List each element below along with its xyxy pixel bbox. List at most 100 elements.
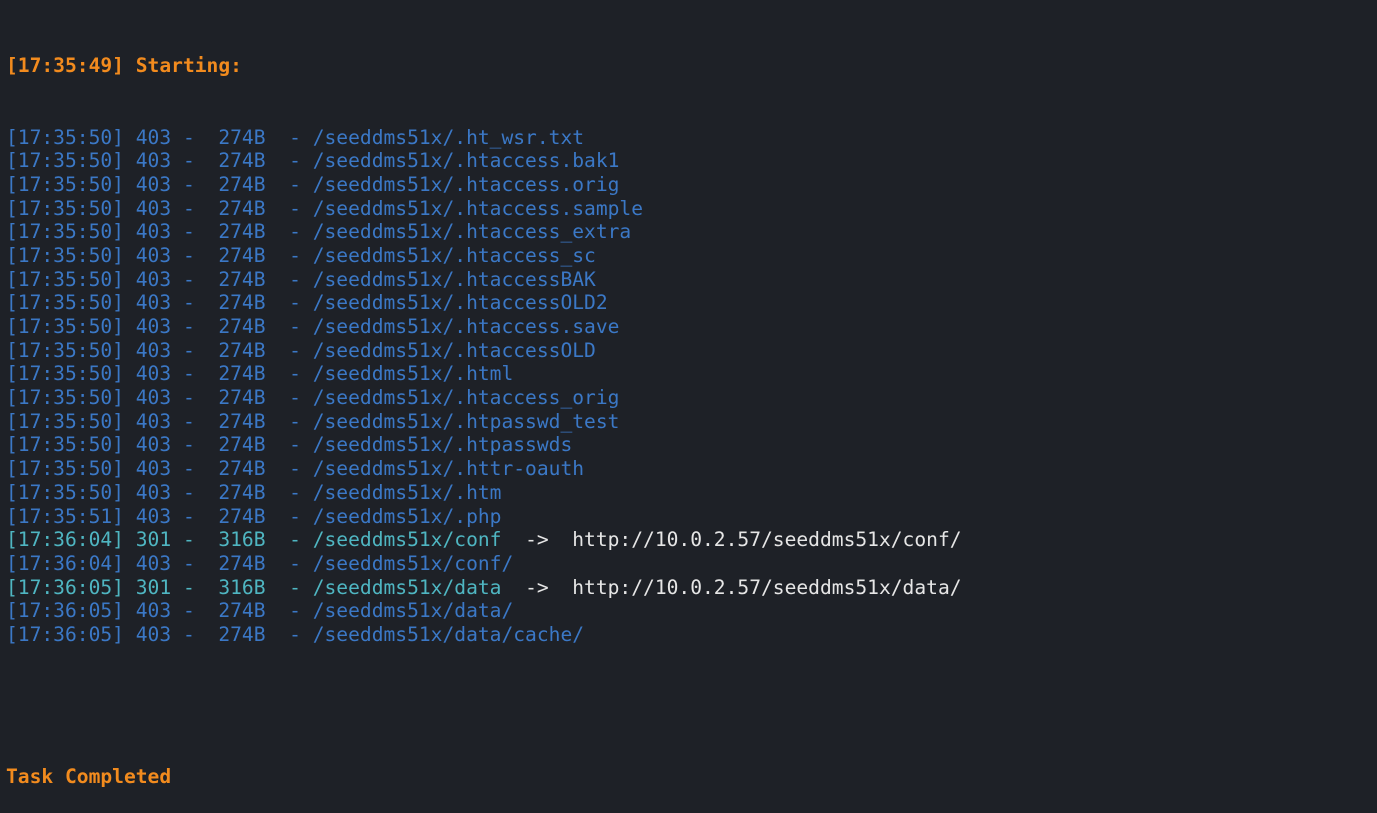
scan-result-row: [17:35:50] 403 - 274B - /seeddms51x/.htp… [6, 410, 1377, 434]
result-timestamp: [17:35:50] [6, 433, 124, 457]
result-status-code: 403 [135, 622, 172, 646]
result-status-code: 403 [135, 362, 172, 386]
result-path: /seeddms51x/.php [312, 504, 502, 528]
scan-result-row: [17:35:50] 403 - 274B - /seeddms51x/.htt… [6, 457, 1377, 481]
result-timestamp: [17:35:50] [6, 149, 124, 173]
terminal-window[interactable]: [17:35:49] Starting: [17:35:50] 403 - 27… [0, 0, 1377, 788]
redirect-arrow: -> [525, 528, 549, 552]
result-path: /seeddms51x/.httr-oauth [312, 457, 585, 481]
result-status-code: 403 [135, 480, 172, 504]
result-separator: - [289, 315, 301, 338]
result-separator: - [182, 172, 195, 196]
result-separator: - [289, 504, 301, 528]
start-label: Starting: [135, 54, 242, 78]
result-size: 316B [218, 575, 266, 599]
task-completed-label: Task Completed [6, 765, 172, 789]
scan-result-row: [17:35:50] 403 - 274B - /seeddms51x/.hta… [6, 197, 1377, 221]
result-separator: - [289, 551, 301, 575]
scan-result-row: [17:35:50] 403 - 274B - /seeddms51x/.hta… [6, 291, 1377, 315]
scan-result-row: [17:35:50] 403 - 274B - /seeddms51x/.hta… [6, 386, 1377, 410]
result-status-code: 403 [135, 504, 172, 528]
scan-result-row: [17:35:51] 403 - 274B - /seeddms51x/.php [6, 505, 1377, 529]
result-status-code: 403 [135, 125, 172, 149]
result-separator: - [182, 125, 195, 149]
result-size: 274B [218, 433, 266, 457]
result-size: 274B [218, 504, 266, 528]
result-separator: - [289, 480, 301, 504]
result-status-code: 403 [135, 457, 172, 481]
result-path: /seeddms51x/conf/ [312, 551, 514, 575]
result-path: /seeddms51x/.htaccess.save [312, 315, 620, 338]
result-timestamp: [17:35:50] [6, 480, 124, 504]
result-timestamp: [17:36:05] [6, 622, 124, 646]
result-separator: - [289, 149, 301, 173]
result-status-code: 403 [135, 599, 172, 623]
result-separator: - [182, 362, 195, 386]
result-size: 274B [218, 599, 266, 623]
result-separator: - [289, 291, 301, 315]
scan-result-row: [17:35:50] 403 - 274B - /seeddms51x/.ht_… [6, 126, 1377, 150]
result-separator: - [289, 575, 301, 599]
result-size: 274B [218, 622, 266, 646]
scan-result-row: [17:35:50] 403 - 274B - /seeddms51x/.hta… [6, 149, 1377, 173]
result-separator: - [289, 243, 301, 267]
start-timestamp: [17:35:49] [6, 54, 124, 78]
result-path: /seeddms51x/data/cache/ [312, 622, 585, 646]
result-separator: - [289, 457, 301, 481]
result-status-code: 403 [135, 551, 172, 575]
result-separator: - [182, 196, 195, 220]
result-separator: - [289, 386, 301, 410]
scan-start-line: [17:35:49] Starting: [6, 54, 1377, 78]
result-separator: - [182, 433, 195, 457]
result-separator: - [182, 480, 195, 504]
result-timestamp: [17:35:50] [6, 315, 124, 338]
result-separator: - [289, 528, 301, 552]
result-size: 316B [218, 528, 266, 552]
result-status-code: 301 [135, 575, 172, 599]
result-size: 274B [218, 551, 266, 575]
result-path: /seeddms51x/.htm [312, 480, 502, 504]
scan-result-row: [17:35:50] 403 - 274B - /seeddms51x/.hta… [6, 173, 1377, 197]
result-separator: - [289, 220, 301, 244]
scan-result-row: [17:35:50] 403 - 274B - /seeddms51x/.htp… [6, 433, 1377, 457]
result-separator: - [182, 528, 195, 552]
result-status-code: 403 [135, 433, 172, 457]
result-separator: - [289, 409, 301, 433]
result-separator: - [289, 267, 301, 291]
scan-result-row: [17:35:50] 403 - 274B - /seeddms51x/.hta… [6, 268, 1377, 292]
result-timestamp: [17:35:50] [6, 338, 124, 362]
result-separator: - [182, 315, 195, 338]
result-path: /seeddms51x/data/ [312, 599, 514, 623]
result-status-code: 403 [135, 291, 172, 315]
result-size: 274B [218, 125, 266, 149]
result-status-code: 403 [135, 243, 172, 267]
result-status-code: 403 [135, 409, 172, 433]
result-path: /seeddms51x/.htaccessOLD [312, 338, 596, 362]
result-separator: - [182, 149, 195, 173]
result-path: /seeddms51x/.htpasswds [312, 433, 573, 457]
result-path: /seeddms51x/.htaccess.sample [312, 196, 644, 220]
result-path: /seeddms51x/.htaccess.bak1 [312, 149, 620, 173]
result-status-code: 403 [135, 267, 172, 291]
result-path: /seeddms51x/.html [312, 362, 514, 386]
result-status-code: 403 [135, 149, 172, 173]
task-completed-line: Task Completed [6, 765, 1377, 789]
result-separator: - [289, 599, 301, 623]
result-timestamp: [17:36:05] [6, 599, 124, 623]
result-separator: - [182, 599, 195, 623]
result-path: /seeddms51x/.htaccess.orig [312, 172, 620, 196]
result-timestamp: [17:36:04] [6, 528, 124, 552]
result-separator: - [182, 291, 195, 315]
result-timestamp: [17:35:50] [6, 386, 124, 410]
result-path: /seeddms51x/.htaccessOLD2 [312, 291, 608, 315]
result-path: /seeddms51x/conf [312, 528, 502, 552]
scan-results-list: [17:35:50] 403 - 274B - /seeddms51x/.ht_… [6, 126, 1377, 647]
result-size: 274B [218, 172, 266, 196]
result-path: /seeddms51x/.htaccessBAK [312, 267, 596, 291]
scan-result-row: [17:36:04] 301 - 316B - /seeddms51x/conf… [6, 528, 1377, 552]
scan-result-row: [17:35:50] 403 - 274B - /seeddms51x/.hta… [6, 315, 1377, 339]
result-separator: - [182, 220, 195, 244]
result-size: 274B [218, 362, 266, 386]
result-size: 274B [218, 338, 266, 362]
result-size: 274B [218, 220, 266, 244]
